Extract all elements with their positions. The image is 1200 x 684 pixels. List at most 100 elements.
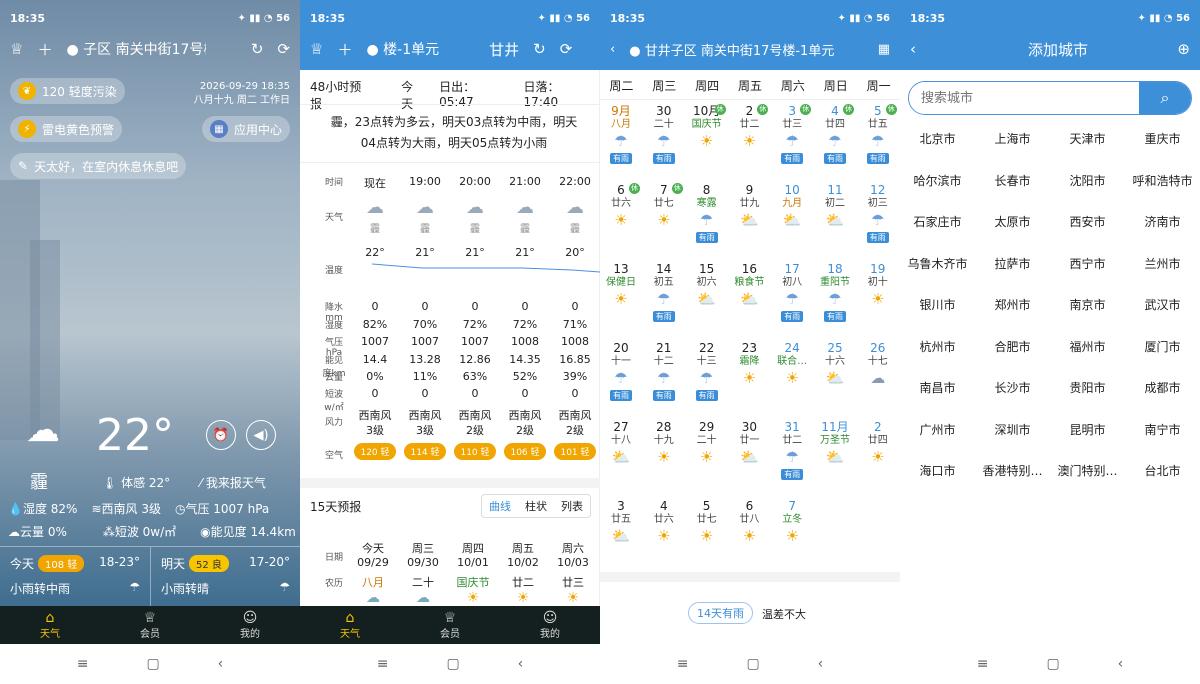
location-label[interactable]: ● 楼-1单元 [366, 39, 439, 59]
calendar-day[interactable]: 31 廿二 ☂ 有雨 [771, 420, 813, 500]
city-item[interactable]: 长沙市 [975, 379, 1050, 396]
calendar-day[interactable]: 6 廿八 ☀ [728, 499, 770, 579]
city-item[interactable]: 福州市 [1050, 338, 1125, 355]
share-icon[interactable]: ⟳ [277, 40, 290, 58]
refresh-icon[interactable]: ↻ [251, 40, 264, 58]
tab-member[interactable]: ♕ 会员 [100, 606, 200, 644]
add-icon[interactable]: ＋ [337, 39, 352, 60]
menu-icon[interactable]: ≡ [77, 656, 89, 672]
calendar-day[interactable]: 21 十二 ☂ 有雨 [643, 341, 685, 421]
calendar-day[interactable]: 15 初六 ⛅ [686, 262, 728, 342]
speaker-icon[interactable]: ◀) [246, 420, 276, 450]
home-square-icon[interactable]: ▢ [146, 656, 159, 672]
city-item[interactable]: 呼和浩特市 [1125, 172, 1200, 189]
calendar-day[interactable]: 24 联合… ☀ [771, 341, 813, 421]
city-item[interactable]: 合肥市 [975, 338, 1050, 355]
today-forecast-card[interactable]: 今天 108 轻 18-23° 小雨转中雨 ☂ [0, 546, 150, 606]
crown-icon[interactable]: ♕ [310, 40, 323, 58]
tab-mine[interactable]: ☺ 我的 [500, 606, 600, 644]
alarm-icon[interactable]: ⏰ [206, 420, 236, 450]
view-bar[interactable]: 柱状 [518, 495, 554, 517]
calendar-day[interactable]: 4 廿四 ☂ 有雨休 [814, 104, 856, 184]
city-item[interactable]: 石家庄市 [900, 213, 975, 230]
calendar-day[interactable]: 2 廿二 ☀ 休 [728, 104, 770, 184]
city-item[interactable]: 成都市 [1125, 379, 1200, 396]
city-item[interactable]: 拉萨市 [975, 255, 1050, 272]
calendar-day[interactable]: 2 廿四 ☀ [857, 420, 899, 500]
calendar-day[interactable]: 6 廿六 ☀ 休 [600, 183, 642, 263]
city-item[interactable]: 郑州市 [975, 296, 1050, 313]
city-item[interactable]: 济南市 [1125, 213, 1200, 230]
city-item[interactable]: 南昌市 [900, 379, 975, 396]
back-icon[interactable]: ‹ [218, 656, 224, 672]
tab-weather[interactable]: ⌂ 天气 [0, 606, 100, 644]
city-item[interactable]: 广州市 [900, 421, 975, 438]
tip-pill[interactable]: ✎ 天太好，在室内休息休息吧 [10, 153, 187, 179]
grid-icon[interactable]: ▦ [878, 42, 890, 57]
refresh-icon[interactable]: ↻ [533, 40, 546, 58]
calendar-day[interactable]: 10 九月 ⛅ [771, 183, 813, 263]
city-item[interactable]: 武汉市 [1125, 296, 1200, 313]
calendar-day[interactable]: 20 十一 ☂ 有雨 [600, 341, 642, 421]
tab-member[interactable]: ♕ 会员 [400, 606, 500, 644]
calendar-day[interactable]: 5 廿五 ☂ 有雨休 [857, 104, 899, 184]
menu-icon[interactable]: ≡ [977, 656, 989, 672]
calendar-day[interactable]: 29 二十 ☀ [686, 420, 728, 500]
city-item[interactable]: 杭州市 [900, 338, 975, 355]
calendar-day[interactable]: 27 十八 ⛅ [600, 420, 642, 500]
calendar-day[interactable]: 11月 万圣节 ⛅ [814, 420, 856, 500]
view-list[interactable]: 列表 [554, 495, 590, 517]
back-icon[interactable]: ‹ [910, 40, 916, 58]
city-item[interactable]: 西安市 [1050, 213, 1125, 230]
calendar-day[interactable]: 16 粮食节 ⛅ [728, 262, 770, 342]
calendar-day[interactable]: 25 十六 ⛅ [814, 341, 856, 421]
rain-days-chip[interactable]: 14天有雨 [688, 602, 753, 624]
view-curve[interactable]: 曲线 [482, 495, 518, 517]
calendar-day[interactable]: 30 二十 ☂ 有雨 [643, 104, 685, 184]
back-icon[interactable]: ‹ [818, 656, 824, 672]
location-label[interactable]: ● 子区 南关中街17号楼 [66, 39, 206, 59]
city-item[interactable]: 天津市 [1050, 130, 1125, 147]
calendar-day[interactable]: 8 寒露 ☂ 有雨 [686, 183, 728, 263]
calendar-day[interactable]: 23 霜降 ☀ [728, 341, 770, 421]
city-item[interactable]: 南宁市 [1125, 421, 1200, 438]
city-item[interactable]: 台北市 [1125, 462, 1200, 479]
home-square-icon[interactable]: ▢ [746, 656, 759, 672]
tomorrow-forecast-card[interactable]: 明天 52 良 17-20° 小雨转晴 ☂ [150, 546, 300, 606]
calendar-day[interactable]: 28 十九 ☀ [643, 420, 685, 500]
calendar-day[interactable]: 18 重阳节 ☂ 有雨 [814, 262, 856, 342]
share-icon[interactable]: ⟳ [560, 40, 573, 58]
calendar-day[interactable]: 7 廿七 ☀ 休 [643, 183, 685, 263]
calendar-day[interactable]: 10月 国庆节 ☀ 休 [686, 104, 728, 184]
calendar-day[interactable]: 5 廿七 ☀ [686, 499, 728, 579]
back-icon[interactable]: ‹ [1118, 656, 1124, 672]
city-item[interactable]: 西宁市 [1050, 255, 1125, 272]
city-item[interactable]: 银川市 [900, 296, 975, 313]
calendar-day[interactable]: 9月 八月 ☂ 有雨 [600, 104, 642, 184]
home-square-icon[interactable]: ▢ [446, 656, 459, 672]
search-input[interactable] [909, 82, 1141, 114]
calendar-day[interactable]: 4 廿六 ☀ [643, 499, 685, 579]
aqi-pill[interactable]: ❦ 120 轻度污染 [10, 78, 125, 104]
globe-icon[interactable]: ⊕ [1177, 40, 1190, 58]
menu-icon[interactable]: ≡ [677, 656, 689, 672]
city-item[interactable]: 上海市 [975, 130, 1050, 147]
city-item[interactable]: 北京市 [900, 130, 975, 147]
back-icon[interactable]: ‹ [518, 656, 524, 672]
tab-mine[interactable]: ☺ 我的 [200, 606, 300, 644]
city-item[interactable]: 哈尔滨市 [900, 172, 975, 189]
city-item[interactable]: 澳门特别… [1050, 462, 1125, 479]
calendar-day[interactable]: 17 初八 ☂ 有雨 [771, 262, 813, 342]
app-center-button[interactable]: ▦ 应用中心 [201, 116, 290, 142]
city-item[interactable]: 香港特别… [975, 462, 1050, 479]
home-square-icon[interactable]: ▢ [1046, 656, 1059, 672]
city-item[interactable]: 深圳市 [975, 421, 1050, 438]
calendar-day[interactable]: 11 初二 ⛅ [814, 183, 856, 263]
city-item[interactable]: 长春市 [975, 172, 1050, 189]
back-icon[interactable]: ‹ [610, 42, 615, 57]
add-icon[interactable]: ＋ [37, 39, 52, 60]
calendar-day[interactable]: 30 廿一 ⛅ [728, 420, 770, 500]
city-item[interactable]: 兰州市 [1125, 255, 1200, 272]
calendar-day[interactable]: 7 立冬 ☀ [771, 499, 813, 579]
calendar-day[interactable]: 9 廿九 ⛅ [728, 183, 770, 263]
